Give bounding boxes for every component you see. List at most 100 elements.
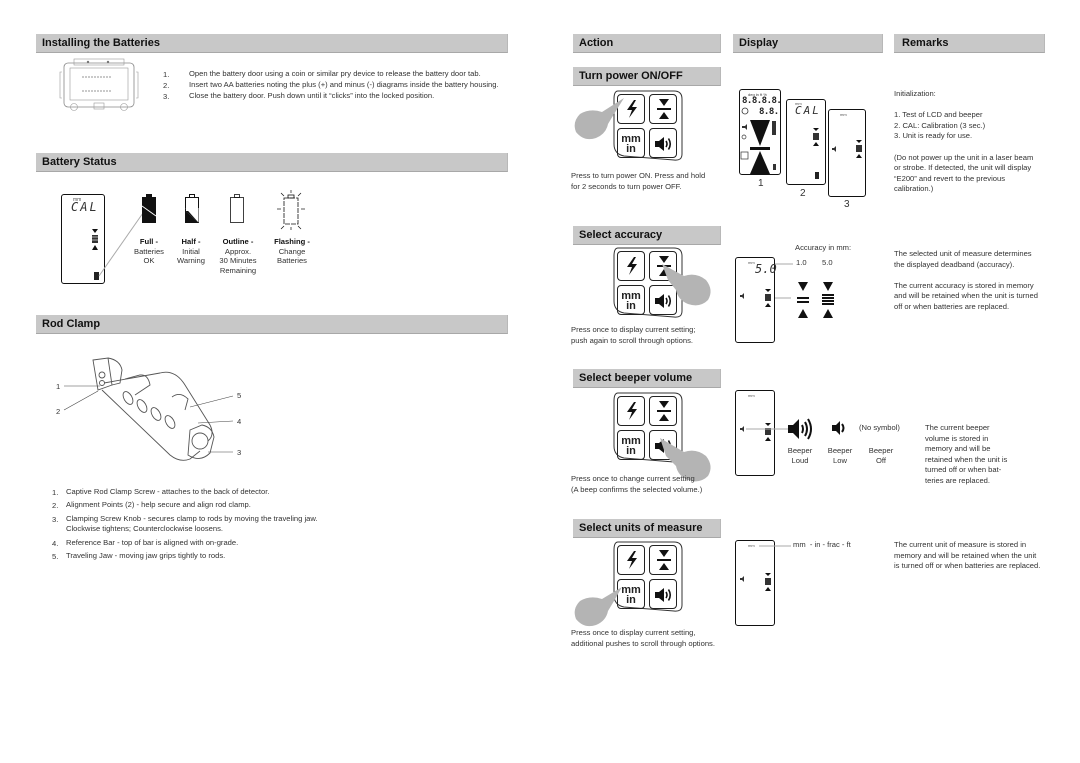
column-header-display: Display [733, 34, 883, 53]
state-title: Flashing - [274, 237, 310, 246]
column-header-remarks: Remarks [894, 34, 1045, 53]
speaker-icon [655, 137, 672, 151]
step-number: 1. [163, 70, 170, 79]
step-text: Insert two AA batteries noting the plus … [189, 80, 499, 89]
beeper-remarks: The current beeper volume is stored in m… [925, 423, 1008, 485]
lcd-accuracy-value: 5.0 [755, 262, 777, 276]
lcd-cal-text: CAL [71, 200, 99, 214]
lcd-all-segments [740, 107, 776, 174]
section-header-accuracy: Select accuracy [573, 226, 721, 245]
display-label-1: 1 [758, 178, 764, 189]
deadband-arrows-icon [657, 550, 671, 570]
section-header-units: Select units of measure [573, 519, 721, 538]
battery-flashing-icon [277, 190, 305, 230]
leader-line [746, 428, 790, 430]
speaker-small-icon [740, 426, 744, 432]
units-key[interactable]: mm in [617, 285, 645, 315]
deadband-indicator-icon [856, 140, 862, 158]
state-line: Remaining [219, 265, 257, 275]
state-line: Change [278, 246, 306, 256]
accuracy-option: 5.0 [822, 258, 833, 267]
item-number: 2. [52, 501, 59, 510]
lightning-bolt-icon [627, 551, 637, 569]
in-label: in [626, 445, 636, 457]
item-text: Alignment Points (2) - help secure and a… [66, 500, 251, 509]
step-text: Close the battery door. Push down until … [189, 91, 435, 100]
beeper-caption: Press once to change current setting (A b… [571, 474, 703, 494]
display-label-2: 2 [800, 188, 806, 199]
deadband-indicator-icon [765, 423, 771, 441]
battery-full-icon [141, 194, 157, 223]
speaker-low-icon [832, 421, 845, 435]
item-text: Clamping Screw Knob - secures clamp to r… [66, 514, 318, 523]
deadband-indicator-icon [765, 289, 771, 307]
beeper-option-loud: Beeper Loud [787, 446, 813, 465]
power-key[interactable] [617, 396, 645, 426]
section-header-beeper: Select beeper volume [573, 369, 721, 388]
step-number: 2. [163, 81, 170, 90]
lightning-bolt-icon [627, 402, 637, 420]
accuracy-caption: Press once to display current setting; pu… [571, 325, 696, 345]
state-line: Initial [182, 246, 200, 256]
battery-state-full: Full - Batteries OK [128, 237, 170, 266]
accuracy-option: 1.0 [796, 258, 807, 267]
battery-compartment-illustration [59, 58, 139, 111]
units-key[interactable]: mm in [617, 430, 645, 460]
battery-state-outline: Outline - Approx. 30 Minutes Remaining [212, 237, 264, 275]
state-line: Warning [177, 256, 205, 266]
deadband-indicator-icon [765, 573, 771, 591]
state-line: Batteries [277, 256, 307, 266]
lcd-cal-text: CAL [795, 104, 821, 117]
battery-state-half: Half - Initial Warning [170, 237, 212, 266]
beeper-option-off: Beeper Off [868, 446, 894, 465]
deadband-wide-icon [822, 282, 834, 318]
lcd-battery-icon [815, 172, 819, 179]
volume-key[interactable] [649, 128, 677, 158]
speaker-small-icon [740, 576, 744, 582]
item-number: 5. [52, 552, 59, 561]
speaker-small-icon [832, 146, 836, 152]
state-title: Outline - [222, 237, 254, 246]
power-key[interactable] [617, 251, 645, 281]
lcd-unit: mm [840, 112, 847, 117]
pointing-hand-icon [574, 98, 624, 140]
column-header-action: Action [573, 34, 721, 53]
callout-5: 5 [237, 391, 242, 400]
power-key[interactable] [617, 545, 645, 575]
leader-line [759, 545, 791, 547]
accuracy-key[interactable] [649, 94, 677, 124]
deadband-indicator-icon [813, 128, 819, 146]
step-number: 3. [163, 92, 170, 101]
state-title: Full - [139, 237, 159, 246]
deadband-narrow-icon [797, 282, 809, 318]
lcd-unit: mm [748, 543, 755, 548]
pointing-hand-icon [662, 264, 711, 306]
state-title: Half - [181, 237, 201, 246]
beeper-option-low: Beeper Low [827, 446, 853, 465]
display-label-3: 3 [844, 199, 850, 210]
in-label: in [626, 143, 636, 155]
units-caption: Press once to display current setting, ad… [571, 628, 715, 648]
item-text: Reference Bar - top of bar is aligned wi… [66, 538, 239, 547]
accuracy-key[interactable] [649, 396, 677, 426]
rod-clamp-illustration [63, 357, 234, 461]
state-line: OK [143, 256, 155, 266]
item-text: Traveling Jaw - moving jaw grips tightly… [66, 551, 226, 560]
accuracy-key[interactable] [649, 545, 677, 575]
callout-2: 2 [56, 407, 61, 416]
pointing-hand-icon [574, 587, 622, 627]
section-header-power: Turn power ON/OFF [573, 67, 721, 86]
volume-key[interactable] [649, 579, 677, 609]
lightning-bolt-icon [627, 100, 637, 118]
speaker-icon [655, 588, 672, 602]
in-label: in [626, 594, 636, 606]
installing-batteries-header: Installing the Batteries [36, 34, 508, 53]
state-line: 30 Minutes [219, 256, 257, 266]
power-remarks: Initialization: 1. Test of LCD and beepe… [894, 89, 1034, 194]
item-text: Clockwise tightens; Counterclockwise loo… [66, 524, 224, 533]
deadband-arrows-icon [657, 401, 671, 421]
battery-half-icon [185, 194, 199, 223]
accuracy-label: Accuracy in mm: [795, 243, 852, 252]
power-caption: Press to turn power ON. Press and hold fo… [571, 171, 706, 191]
accuracy-remarks: The selected unit of measure determines … [894, 249, 1038, 311]
